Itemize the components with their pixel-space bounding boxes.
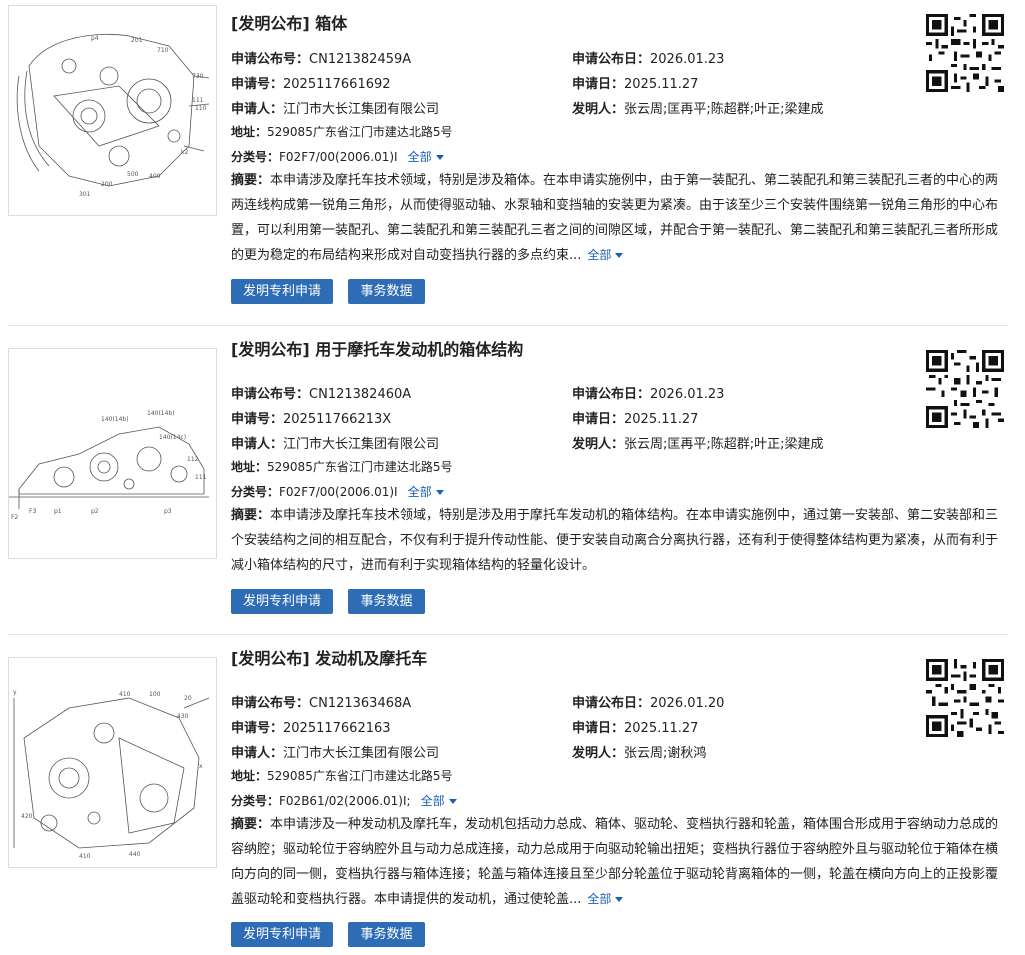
app-date-field: 申请日：2025.11.27 — [572, 77, 699, 92]
svg-text:201: 201 — [131, 37, 143, 44]
pub-no-field: 申请公布号：CN121382459A — [231, 52, 412, 67]
engine-drawing-image: p4 201 710 730 111110 k2 400 500 200 301 — [16, 33, 210, 198]
patent-application-button[interactable]: 发明专利申请 — [231, 922, 333, 947]
svg-text:440: 440 — [129, 851, 141, 858]
pub-no-field: 申请公布号：CN121363468A — [231, 696, 412, 711]
svg-text:200: 200 — [101, 181, 113, 188]
svg-text:112: 112 — [187, 456, 199, 463]
affairs-data-button[interactable]: 事务数据 — [348, 589, 425, 614]
pub-date-field: 申请公布日：2026.01.23 — [572, 52, 725, 67]
svg-text:y: y — [13, 689, 17, 696]
svg-text:140(14c): 140(14c) — [159, 434, 186, 441]
svg-text:140(14b): 140(14b) — [101, 416, 129, 423]
svg-text:410: 410 — [79, 853, 91, 860]
patent-drawing-thumbnail[interactable]: y 410 100 20 430 x 420 410 440 — [8, 657, 217, 868]
patent-drawing-thumbnail[interactable]: 140(14b) 140(14b) 140(14c) 112 111 F2 F3 p1 p… — [8, 348, 217, 559]
inventor-field: 发明人：张云周;匡再平;陈超群;叶正;梁建成 — [572, 437, 824, 452]
inventor-field: 发明人：张云周;匡再平;陈超群;叶正;梁建成 — [572, 102, 824, 117]
svg-text:p1: p1 — [54, 508, 62, 515]
abstract-expand-link[interactable]: 全部 — [587, 892, 624, 906]
svg-text:111: 111 — [195, 474, 207, 481]
applicant-field: 申请人：江门市大长江集团有限公司 — [231, 746, 440, 761]
applicant-field: 申请人：江门市大长江集团有限公司 — [231, 102, 440, 117]
svg-text:400: 400 — [149, 173, 161, 180]
svg-text:730: 730 — [192, 73, 204, 80]
svg-text:100: 100 — [149, 691, 161, 698]
affairs-data-button[interactable]: 事务数据 — [348, 279, 425, 304]
engine-drawing-image: 140(14b) 140(14b) 140(14c) 112 111 F2 F3 p1 p… — [9, 410, 209, 521]
svg-text:x: x — [199, 763, 203, 770]
svg-text:430: 430 — [177, 713, 189, 720]
class-field: 分类号：F02B61/02(2006.01)I; 全部 — [231, 792, 457, 809]
applicant-field: 申请人：江门市大长江集团有限公司 — [231, 437, 440, 452]
svg-text:F2: F2 — [11, 514, 18, 521]
chevron-down-icon — [615, 897, 624, 902]
svg-text:F3: F3 — [29, 508, 36, 515]
pub-date-field: 申请公布日：2026.01.23 — [572, 387, 725, 402]
qr-code-image — [926, 659, 1004, 737]
chevron-down-icon — [435, 490, 444, 495]
pub-no-field: 申请公布号：CN121382460A — [231, 387, 412, 402]
patent-record: y 410 100 20 430 x 420 410 440 [发明公布] 发动机及摩托车 — [8, 635, 1008, 955]
affairs-data-button[interactable]: 事务数据 — [348, 922, 425, 947]
abstract-text: 摘要：本申请涉及一种发动机及摩托车，发动机包括动力总成、箱体、驱动轮、变档执行器… — [231, 817, 999, 907]
address-field: 地址：529085广东省江门市建达北路5号 — [231, 125, 453, 139]
svg-text:p2: p2 — [91, 508, 99, 515]
qr-code-image — [926, 350, 1004, 428]
svg-text:k2: k2 — [181, 149, 188, 156]
class-expand-link[interactable]: 全部 — [408, 150, 444, 164]
svg-text:420: 420 — [21, 813, 33, 820]
engine-drawing-image: y 410 100 20 430 x 420 410 440 — [13, 689, 210, 860]
patent-drawing-thumbnail[interactable]: p4 201 710 730 111 110 k2 400 500 200 301 — [8, 5, 217, 216]
class-field: 分类号：F02F7/00(2006.01)I 全部 — [231, 483, 444, 500]
svg-text:410: 410 — [119, 691, 131, 698]
class-expand-link[interactable]: 全部 — [421, 794, 457, 808]
svg-text:710: 710 — [157, 47, 169, 54]
pub-date-field: 申请公布日：2026.01.20 — [572, 696, 725, 711]
svg-text:p3: p3 — [164, 508, 172, 515]
svg-text:500: 500 — [127, 171, 139, 178]
abstract-text: 摘要：本申请涉及摩托车技术领域，特别是涉及用于摩托车发动机的箱体结构。在本申请实… — [231, 508, 999, 573]
address-field: 地址：529085广东省江门市建达北路5号 — [231, 460, 453, 474]
patent-record: 140(14b) 140(14b) 140(14c) 112 111 F2 F3 p1 p… — [8, 326, 1008, 635]
inventor-field: 发明人：张云周;谢秋鸿 — [572, 746, 707, 761]
chevron-down-icon — [615, 253, 624, 258]
patent-application-button[interactable]: 发明专利申请 — [231, 589, 333, 614]
svg-text:p4: p4 — [91, 35, 99, 42]
svg-text:20: 20 — [184, 695, 192, 702]
patent-title[interactable]: [发明公布] 用于摩托车发动机的箱体结构 — [231, 336, 523, 360]
app-date-field: 申请日：2025.11.27 — [572, 721, 699, 736]
chevron-down-icon — [435, 155, 444, 160]
abstract-expand-link[interactable]: 全部 — [587, 248, 624, 262]
app-no-field: 申请号：202511766213X — [231, 412, 392, 427]
svg-text:110: 110 — [195, 105, 207, 112]
svg-text:301: 301 — [79, 191, 91, 198]
address-field: 地址：529085广东省江门市建达北路5号 — [231, 769, 453, 783]
class-expand-link[interactable]: 全部 — [408, 485, 444, 499]
chevron-down-icon — [448, 799, 457, 804]
svg-text:140(14b): 140(14b) — [147, 410, 175, 417]
patent-title[interactable]: [发明公布] 箱体 — [231, 10, 347, 34]
svg-text:111: 111 — [192, 97, 204, 104]
qr-code-image — [926, 14, 1004, 92]
patent-record: p4 201 710 730 111 110 k2 400 500 200 301 [发明公布… — [8, 0, 1008, 326]
patent-application-button[interactable]: 发明专利申请 — [231, 279, 333, 304]
app-date-field: 申请日：2025.11.27 — [572, 412, 699, 427]
abstract-text: 摘要：本申请涉及摩托车技术领域，特别是涉及箱体。在本申请实施例中，由于第一装配孔… — [231, 173, 999, 263]
app-no-field: 申请号：2025117662163 — [231, 721, 391, 736]
class-field: 分类号：F02F7/00(2006.01)I 全部 — [231, 148, 444, 165]
app-no-field: 申请号：2025117661692 — [231, 77, 391, 92]
patent-title[interactable]: [发明公布] 发动机及摩托车 — [231, 645, 427, 669]
